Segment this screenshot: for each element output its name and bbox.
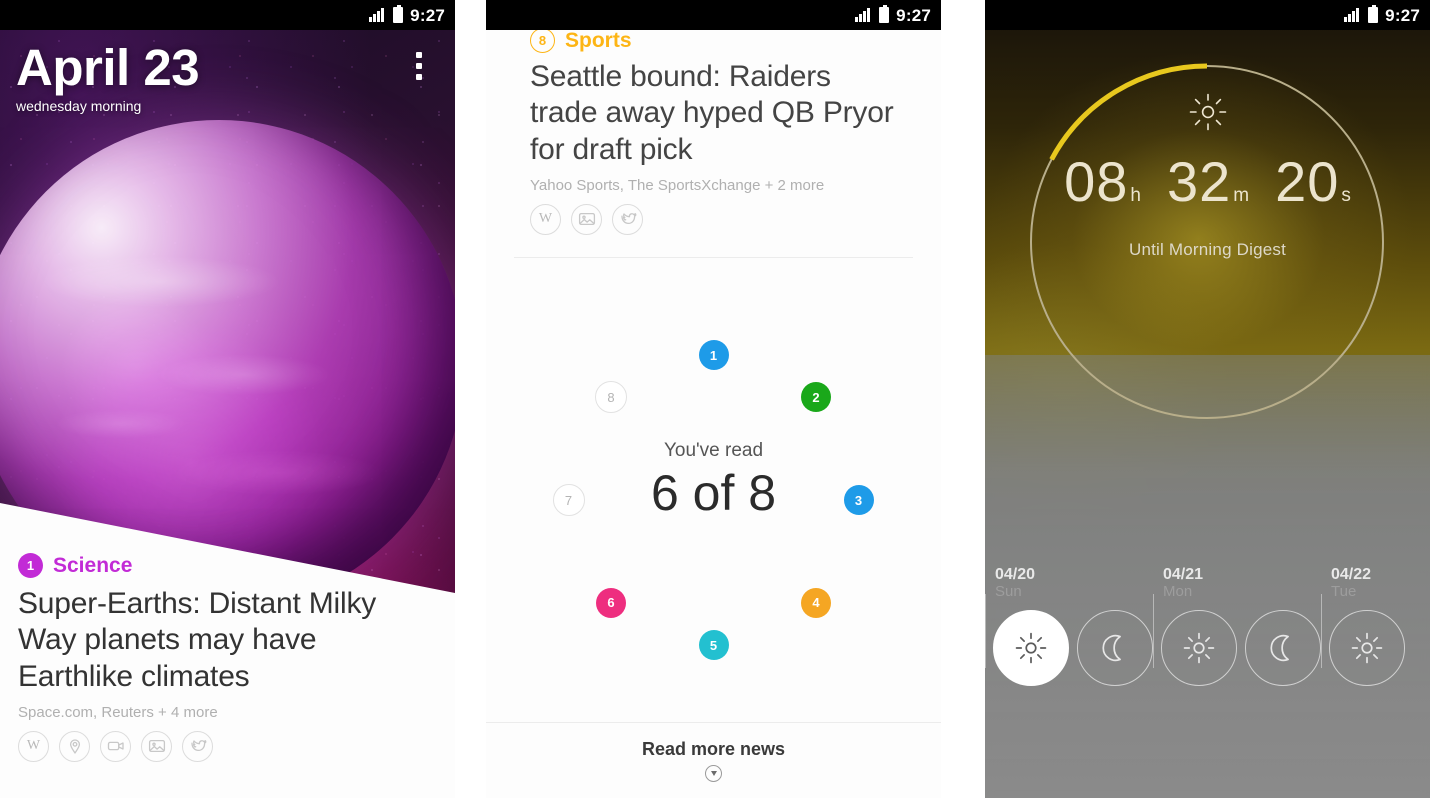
forecast-day-of-week: Sun xyxy=(995,583,1022,600)
phone-panel-countdown: 9:27 08 h 32 m 20 s Until Morning Digest… xyxy=(985,0,1430,798)
countdown-seconds: 20 s xyxy=(1275,154,1351,210)
story-card[interactable]: 8 Sports Seattle bound: Raiders trade aw… xyxy=(486,0,941,235)
twitter-icon[interactable] xyxy=(182,730,213,762)
date-subtitle: wednesday morning xyxy=(16,98,142,114)
status-time: 9:27 xyxy=(410,5,445,25)
sun-icon xyxy=(1188,92,1228,132)
forecast-slots[interactable] xyxy=(1153,610,1321,686)
status-time: 9:27 xyxy=(1385,5,1420,25)
forecast-slot-sun[interactable] xyxy=(993,610,1069,686)
progress-dot-5[interactable]: 5 xyxy=(698,630,729,660)
location-pin-icon[interactable] xyxy=(59,730,90,762)
forecast-track[interactable]: 04/20 Sun 04/21 Mon 04/22 Tue xyxy=(985,566,1430,686)
progress-dot-8[interactable]: 8 xyxy=(594,381,627,414)
progress-dot-4[interactable]: 4 xyxy=(801,587,832,618)
forecast-day[interactable]: 04/21 Mon xyxy=(1153,566,1321,686)
read-more-news-button[interactable]: Read more news xyxy=(486,722,941,798)
image-icon[interactable] xyxy=(141,730,172,762)
read-progress-center: You've read 6 of 8 xyxy=(486,440,941,522)
forecast-slot-sun[interactable] xyxy=(1329,610,1405,686)
twitter-icon[interactable] xyxy=(612,203,643,235)
image-icon[interactable] xyxy=(571,203,602,235)
countdown-seconds-suffix: s xyxy=(1341,185,1351,206)
date-title: April 23 xyxy=(16,39,200,96)
date-header: April 23 wednesday morning xyxy=(16,39,200,114)
story-sources: Yahoo Sports, The SportsXchange + 2 more xyxy=(530,176,825,194)
forecast-date: 04/20 xyxy=(995,566,1036,583)
category-row: 8 Sports xyxy=(530,28,897,53)
forecast-day[interactable]: 04/22 Tue xyxy=(1321,566,1405,686)
forecast-day-of-week: Tue xyxy=(1331,583,1357,600)
countdown-minutes-suffix: m xyxy=(1233,185,1250,206)
progress-dot-2[interactable]: 2 xyxy=(801,382,832,413)
video-camera-icon[interactable] xyxy=(100,730,131,762)
progress-dot-1[interactable]: 1 xyxy=(698,340,729,370)
phone-panel-summary: 9:27 8 Sports Seattle bound: Raiders tra… xyxy=(486,0,941,798)
screenshot-stage: 9:27 April 23 wednesday morning 1 Scienc… xyxy=(0,0,1430,798)
forecast-date: 04/21 xyxy=(1163,566,1204,583)
status-bar: 9:27 xyxy=(486,0,941,30)
forecast-slots[interactable] xyxy=(1321,610,1405,686)
forecast-day-of-week: Mon xyxy=(1163,583,1193,600)
battery-icon xyxy=(879,5,890,23)
read-progress-count: 6 of 8 xyxy=(650,465,777,521)
story-headline[interactable]: Seattle bound: Raiders trade away hyped … xyxy=(530,59,897,168)
forecast-slots[interactable] xyxy=(985,610,1153,686)
battery-icon xyxy=(1368,5,1379,23)
read-more-news-label: Read more news xyxy=(641,739,786,759)
countdown-hours-suffix: h xyxy=(1130,185,1141,206)
story-category-label: Science xyxy=(53,553,133,577)
overflow-menu-icon[interactable] xyxy=(416,52,422,80)
story-sources: Space.com, Reuters + 4 more xyxy=(18,703,218,721)
forecast-slot-sun[interactable] xyxy=(1161,610,1237,686)
countdown-minutes-value: 32 xyxy=(1166,150,1232,213)
status-bar: 9:27 xyxy=(0,0,455,30)
forecast-slot-moon[interactable] xyxy=(1077,610,1153,686)
countdown-timer: 08 h 32 m 20 s xyxy=(985,154,1430,210)
countdown-hours-value: 08 xyxy=(1064,150,1129,213)
status-bar: 9:27 xyxy=(985,0,1430,30)
wikipedia-icon[interactable]: W xyxy=(530,203,561,235)
countdown-minutes: 32 m xyxy=(1167,154,1249,210)
phone-panel-cover: 9:27 April 23 wednesday morning 1 Scienc… xyxy=(0,0,455,798)
forecast-strip[interactable]: 04/20 Sun 04/21 Mon 04/22 Tue xyxy=(985,566,1430,798)
countdown-caption: Until Morning Digest xyxy=(1128,240,1287,259)
countdown-seconds-value: 20 xyxy=(1275,150,1340,213)
story-headline[interactable]: Super-Earths: Distant Milky Way planets … xyxy=(18,586,437,695)
story-media-icons: W xyxy=(18,730,437,762)
story-rank-badge: 8 xyxy=(530,28,555,53)
forecast-date: 04/22 xyxy=(1331,566,1372,583)
signal-bars-icon xyxy=(855,8,872,22)
read-progress-label: You've read xyxy=(663,440,764,461)
story-rank-badge: 1 xyxy=(18,553,43,578)
forecast-slot-moon[interactable] xyxy=(1245,610,1321,686)
story-category-label: Sports xyxy=(565,28,632,52)
wikipedia-icon[interactable]: W xyxy=(18,730,49,762)
forecast-day[interactable]: 04/20 Sun xyxy=(985,566,1153,686)
signal-bars-icon xyxy=(369,8,386,22)
chevron-down-circle-icon[interactable] xyxy=(705,765,722,782)
divider xyxy=(514,256,913,258)
progress-dot-6[interactable]: 6 xyxy=(595,587,626,618)
countdown-block: 08 h 32 m 20 s Until Morning Digest xyxy=(985,92,1430,260)
status-time: 9:27 xyxy=(896,5,931,25)
signal-bars-icon xyxy=(1344,8,1361,22)
battery-icon xyxy=(393,5,404,23)
story-media-icons: W xyxy=(530,203,897,235)
countdown-hours: 08 h xyxy=(1064,154,1141,210)
read-progress-graph: 12345678 You've read 6 of 8 xyxy=(486,300,941,700)
